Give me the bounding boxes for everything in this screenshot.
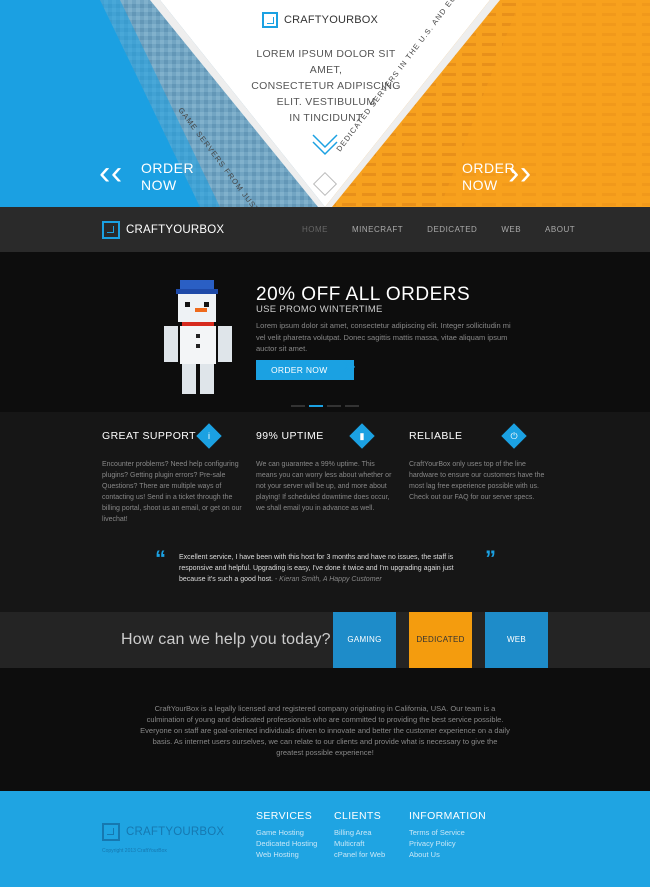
promo-subtitle: USE PROMO WINTERTIME — [256, 304, 383, 315]
info-icon: i — [196, 423, 222, 449]
power-icon: ⏻ — [501, 423, 527, 449]
feature-text: We can guarantee a 99% uptime. This mean… — [256, 461, 392, 512]
logo-icon — [102, 221, 120, 239]
chevron-right-icon: ›› — [508, 154, 532, 192]
feature-title: RELIABLE — [409, 430, 463, 442]
help-section: How can we help you today? GAMING DEDICA… — [0, 612, 650, 668]
nav-item-web[interactable]: WEB — [501, 225, 521, 234]
feature-text: Encounter problems? Need help configurin… — [102, 461, 242, 523]
feature-title: 99% UPTIME — [256, 430, 324, 442]
feature-reliable: RELIABLE ⏻ CraftYourBox only uses top of… — [409, 423, 549, 503]
footer-link-billing-area[interactable]: Billing Area — [334, 827, 385, 838]
footer-link-terms[interactable]: Terms of Service — [409, 827, 486, 838]
quote-open-icon: “ — [155, 546, 166, 571]
promo-title: 20% OFF ALL ORDERS — [256, 284, 471, 305]
web-tile[interactable]: WEB — [485, 612, 548, 668]
gaming-tile[interactable]: GAMING — [333, 612, 396, 668]
copyright: Copyright 2013 CraftYourBox — [102, 848, 167, 854]
main-navbar: CRAFTYOURBOX HOME MINECRAFT DEDICATED WE… — [0, 207, 650, 252]
features-section: GREAT SUPPORT i Encounter problems? Need… — [0, 412, 650, 612]
order-now-right-button[interactable]: ›› ORDER NOW — [462, 156, 531, 194]
order-now-button[interactable]: ORDER NOW — [256, 356, 356, 380]
slider-dot[interactable] — [327, 405, 341, 407]
testimonial-text: Excellent service, I have been with this… — [179, 552, 479, 585]
nav-item-about[interactable]: ABOUT — [545, 225, 575, 234]
footer: CRAFTYOURBOX Copyright 2013 CraftYourBox… — [0, 791, 650, 887]
footer-link-privacy[interactable]: Privacy Policy — [409, 838, 486, 849]
nav-item-minecraft[interactable]: MINECRAFT — [352, 225, 403, 234]
nav-logo[interactable]: CRAFTYOURBOX — [102, 221, 224, 239]
order-now-left-button[interactable]: ‹‹ ORDER NOW — [99, 156, 195, 194]
footer-link-dedicated-hosting[interactable]: Dedicated Hosting — [256, 838, 317, 849]
order-label: NOW — [141, 177, 177, 193]
promo-slider: 20% OFF ALL ORDERS USE PROMO WINTERTIME … — [0, 252, 650, 412]
logo-icon — [102, 823, 120, 841]
slider-dot[interactable] — [291, 405, 305, 407]
footer-col-services: SERVICES Game Hosting Dedicated Hosting … — [256, 810, 317, 860]
footer-col-title: SERVICES — [256, 810, 313, 822]
chevron-left-icon: ‹‹ — [99, 154, 123, 192]
footer-link-cpanel[interactable]: cPanel for Web — [334, 849, 385, 860]
tagline-line: ELIT. VESTIBULUM — [276, 96, 376, 108]
slider-pagination — [291, 405, 359, 407]
footer-logo[interactable]: CRAFTYOURBOX — [102, 823, 224, 841]
order-label: ORDER — [141, 160, 195, 176]
testimonial: “ ” Excellent service, I have been with … — [155, 548, 496, 585]
chart-icon: ▮ — [349, 423, 375, 449]
footer-link-web-hosting[interactable]: Web Hosting — [256, 849, 317, 860]
footer-col-clients: CLIENTS Billing Area Multicraft cPanel f… — [334, 810, 385, 860]
testimonial-author: - Kieran Smith, A Happy Customer — [272, 576, 382, 583]
footer-col-information: INFORMATION Terms of Service Privacy Pol… — [409, 810, 486, 860]
hero-logo[interactable]: CRAFTYOURBOX — [262, 12, 378, 28]
footer-link-game-hosting[interactable]: Game Hosting — [256, 827, 317, 838]
logo-icon — [262, 12, 278, 28]
hero-brand-text: CRAFTYOURBOX — [284, 14, 379, 26]
snowman-character-image — [164, 280, 232, 394]
nav-menu: HOME MINECRAFT DEDICATED WEB ABOUT — [302, 225, 599, 234]
dedicated-tile[interactable]: DEDICATED — [409, 612, 472, 668]
footer-link-multicraft[interactable]: Multicraft — [334, 838, 385, 849]
footer-brand-text: CRAFTYOURBOX — [126, 826, 225, 838]
feature-text: CraftYourBox only uses top of the line h… — [409, 461, 545, 501]
footer-col-title: INFORMATION — [409, 810, 487, 822]
quote-close-icon: ” — [485, 546, 496, 571]
nav-item-home[interactable]: HOME — [302, 225, 328, 234]
help-title: How can we help you today? — [121, 631, 331, 648]
feature-uptime: 99% UPTIME ▮ We can guarantee a 99% upti… — [256, 423, 396, 514]
feature-support: GREAT SUPPORT i Encounter problems? Need… — [102, 423, 242, 525]
nav-item-dedicated[interactable]: DEDICATED — [427, 225, 477, 234]
nav-brand-text: CRAFTYOURBOX — [126, 224, 225, 236]
tagline-line: IN TINCIDUNT — [289, 112, 363, 124]
footer-link-about[interactable]: About Us — [409, 849, 486, 860]
slider-dot-active[interactable] — [309, 405, 323, 407]
footer-col-title: CLIENTS — [334, 810, 382, 822]
slider-dot[interactable] — [345, 405, 359, 407]
hero-banner: CRAFTYOURBOX LOREM IPSUM DOLOR SIT AMET,… — [0, 0, 650, 207]
about-text: CraftYourBox is a legally licensed and r… — [140, 704, 510, 757]
about-section: CraftYourBox is a legally licensed and r… — [0, 668, 650, 791]
promo-body: Lorem ipsum dolor sit amet, consectetur … — [256, 321, 511, 353]
tagline-line: LOREM IPSUM DOLOR SIT AMET, — [256, 48, 396, 76]
